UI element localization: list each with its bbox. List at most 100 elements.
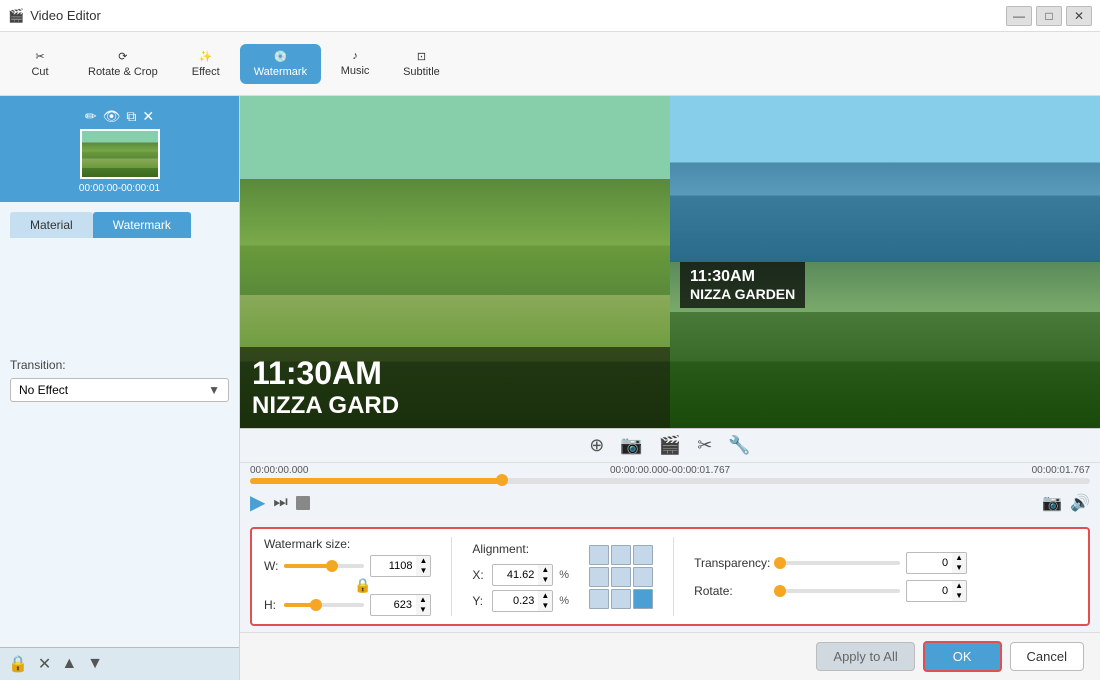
wm-transparency-arrows: ▲ ▼ xyxy=(952,553,966,573)
align-tr[interactable] xyxy=(633,545,653,565)
transition-select[interactable]: No Effect ▼ xyxy=(10,378,229,402)
minimize-button[interactable]: — xyxy=(1006,6,1032,26)
wm-transparency-slider[interactable] xyxy=(780,561,900,565)
delete-btn[interactable]: ✕ xyxy=(38,654,51,674)
wm-w-value[interactable] xyxy=(371,558,416,574)
wm-rotate-down[interactable]: ▼ xyxy=(952,591,966,601)
align-tl[interactable] xyxy=(589,545,609,565)
wm-h-slider-thumb[interactable] xyxy=(310,599,322,611)
cancel-button[interactable]: Cancel xyxy=(1010,642,1084,671)
bottom-bar: Apply to All OK Cancel xyxy=(240,632,1100,680)
play-button[interactable]: ▶ xyxy=(250,490,265,515)
clip-copy-btn[interactable]: ⧉ xyxy=(126,108,136,125)
wm-transparency-value[interactable] xyxy=(907,555,952,571)
music-icon: ♪ xyxy=(352,50,358,62)
tab-watermark[interactable]: Watermark xyxy=(93,212,191,238)
toolbar-subtitle[interactable]: ⊡ Subtitle xyxy=(389,44,454,84)
camera-icon[interactable]: 📷 xyxy=(1042,493,1062,513)
apply-to-all-button[interactable]: Apply to All xyxy=(816,642,914,671)
stop-button[interactable] xyxy=(296,496,310,510)
wm-transparency-row: Transparency: ▲ ▼ xyxy=(694,552,967,574)
toolbar-music-label: Music xyxy=(341,65,370,77)
wm-w-slider-thumb[interactable] xyxy=(326,560,338,572)
video-split: 11:30AM NIZZA GARD 11:30AM NIZZA GARDEN xyxy=(240,96,1100,428)
wm-rotate-value[interactable] xyxy=(907,583,952,599)
wm-x-arrows: ▲ ▼ xyxy=(538,565,552,585)
tl-cut-icon[interactable]: ✂ xyxy=(693,433,716,458)
wm-transparency-up[interactable]: ▲ xyxy=(952,553,966,563)
wm-w-up[interactable]: ▲ xyxy=(416,556,430,566)
maximize-button[interactable]: □ xyxy=(1036,6,1062,26)
wm-y-up[interactable]: ▲ xyxy=(538,591,552,601)
wm-transparency-input[interactable]: ▲ ▼ xyxy=(906,552,967,574)
toolbar-watermark[interactable]: 💿 Watermark xyxy=(240,44,321,84)
move-down-btn[interactable]: ▼ xyxy=(87,655,103,673)
clip-preview-btn[interactable]: 👁 xyxy=(103,108,121,125)
toolbar-subtitle-label: Subtitle xyxy=(403,66,440,78)
wm-h-value[interactable] xyxy=(371,597,416,613)
move-up-btn[interactable]: ▲ xyxy=(61,655,77,673)
volume-icon[interactable]: 🔊 xyxy=(1070,493,1090,513)
wm-transparency-thumb[interactable] xyxy=(774,557,786,569)
wm-align-title: Alignment: xyxy=(472,542,569,556)
wm-w-label: W: xyxy=(264,559,278,573)
wm-h-input[interactable]: ▲ ▼ xyxy=(370,594,431,616)
clip-delete-btn[interactable]: ✕ xyxy=(142,108,154,125)
wm-y-value[interactable] xyxy=(493,593,538,609)
next-frame-button[interactable]: ⏭ xyxy=(273,494,287,512)
wm-y-label: Y: xyxy=(472,594,486,608)
align-br[interactable] xyxy=(633,589,653,609)
toolbar-cut[interactable]: ✂ Cut xyxy=(10,44,70,84)
align-tc[interactable] xyxy=(611,545,631,565)
toolbar-effect[interactable]: ✨ Effect xyxy=(176,44,236,84)
wm-x-value[interactable] xyxy=(493,567,538,583)
tl-add-icon[interactable]: ⊕ xyxy=(585,433,608,458)
wm-h-down[interactable]: ▼ xyxy=(416,605,430,615)
wm-transparency-down[interactable]: ▼ xyxy=(952,563,966,573)
align-bc[interactable] xyxy=(611,589,631,609)
clip-edit-btn[interactable]: ✏ xyxy=(85,108,97,125)
wm-h-slider[interactable] xyxy=(284,603,364,607)
wm-w-input[interactable]: ▲ ▼ xyxy=(370,555,431,577)
wm-w-slider[interactable] xyxy=(284,564,364,568)
lock-aspect-icon[interactable]: 🔒 xyxy=(354,577,371,594)
transition-value: No Effect xyxy=(19,383,204,397)
wm-y-input[interactable]: ▲ ▼ xyxy=(492,590,553,612)
align-mr[interactable] xyxy=(633,567,653,587)
toolbar-rotate[interactable]: ⟳ Rotate & Crop xyxy=(74,44,172,84)
video-preview: 11:30AM NIZZA GARD 11:30AM NIZZA GARDEN xyxy=(240,96,1100,428)
wm-x-up[interactable]: ▲ xyxy=(538,565,552,575)
wm-transparency-section: Transparency: ▲ ▼ xyxy=(694,552,967,602)
wm-w-down[interactable]: ▼ xyxy=(416,566,430,576)
timeline-track[interactable] xyxy=(250,478,1090,484)
wm-h-up[interactable]: ▲ xyxy=(416,595,430,605)
wm-x-down[interactable]: ▼ xyxy=(538,575,552,585)
video-right-place: NIZZA GARDEN xyxy=(690,286,795,302)
wm-rotate-up[interactable]: ▲ xyxy=(952,581,966,591)
wm-y-down[interactable]: ▼ xyxy=(538,601,552,611)
toolbar-music[interactable]: ♪ Music xyxy=(325,44,385,83)
close-button[interactable]: ✕ xyxy=(1066,6,1092,26)
tab-material[interactable]: Material xyxy=(10,212,93,238)
align-ml[interactable] xyxy=(589,567,609,587)
wm-rotate-slider[interactable] xyxy=(780,589,900,593)
watermark-panel: Watermark size: W: ▲ ▼ xyxy=(250,527,1090,626)
timeline-thumb[interactable] xyxy=(496,474,508,486)
video-left-time: 11:30AM xyxy=(252,355,658,392)
wm-rotate-input[interactable]: ▲ ▼ xyxy=(906,580,967,602)
lock-btn[interactable]: 🔒 xyxy=(8,654,28,674)
app-icon: 🎬 xyxy=(8,8,24,24)
align-bl[interactable] xyxy=(589,589,609,609)
tl-tool-icon[interactable]: 🔧 xyxy=(724,433,754,458)
wm-x-input[interactable]: ▲ ▼ xyxy=(492,564,553,586)
clip-toolbar: ✏ 👁 ⧉ ✕ xyxy=(77,104,162,129)
wm-rotate-thumb[interactable] xyxy=(774,585,786,597)
clip-item[interactable]: ✏ 👁 ⧉ ✕ 00:00:00-00:00:01 xyxy=(0,96,239,202)
timeline-controls: ⊕ 📷 🎬 ✂ 🔧 00:00:00.000 00:00:00.000-00:0… xyxy=(240,428,1100,632)
tl-video-icon[interactable]: 🎬 xyxy=(655,433,685,458)
align-mc[interactable] xyxy=(611,567,631,587)
ok-button[interactable]: OK xyxy=(923,641,1002,672)
timeline-track-row xyxy=(240,478,1100,488)
tl-photo-icon[interactable]: 📷 xyxy=(616,433,646,458)
wm-rotate-arrows: ▲ ▼ xyxy=(952,581,966,601)
